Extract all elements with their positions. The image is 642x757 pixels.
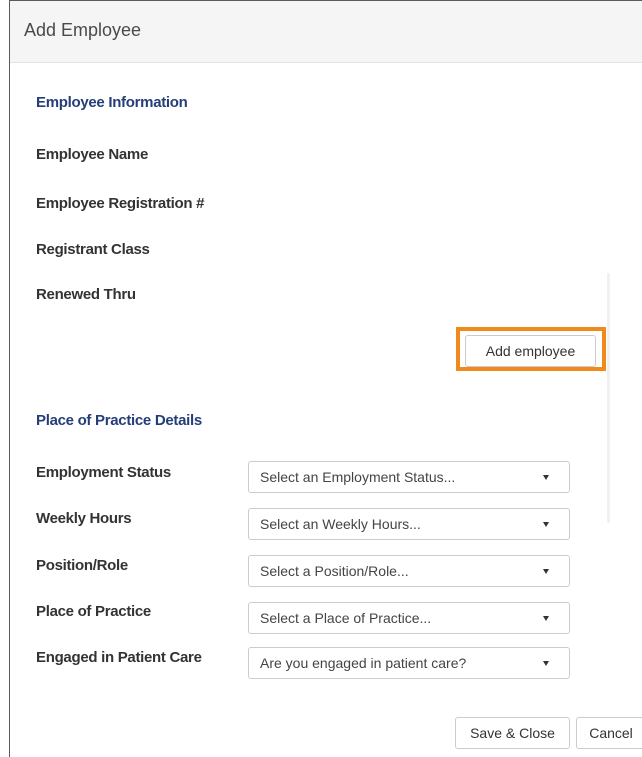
save-close-button[interactable]: Save & Close	[455, 717, 570, 749]
employment-status-select[interactable]: Select an Employment Status...	[248, 461, 570, 493]
engaged-in-patient-care-label: Engaged in Patient Care	[36, 649, 202, 666]
panel-edge	[607, 273, 610, 523]
caret-down-icon	[543, 522, 549, 527]
registrant-class-label: Registrant Class	[36, 241, 150, 258]
place-of-practice-label: Place of Practice	[36, 603, 151, 620]
employment-status-value: Select an Employment Status...	[260, 469, 456, 485]
caret-down-icon	[543, 475, 549, 480]
weekly-hours-value: Select an Weekly Hours...	[260, 516, 421, 532]
employee-name-label: Employee Name	[36, 146, 148, 163]
renewed-thru-label: Renewed Thru	[36, 286, 136, 303]
add-employee-dialog: Add Employee Employee Information Employ…	[9, 0, 642, 757]
caret-down-icon	[543, 569, 549, 574]
engaged-in-patient-care-value: Are you engaged in patient care?	[260, 655, 467, 671]
position-role-label: Position/Role	[36, 557, 128, 574]
place-of-practice-select[interactable]: Select a Place of Practice...	[248, 602, 570, 634]
add-employee-button[interactable]: Add employee	[465, 335, 596, 367]
dialog-header: Add Employee	[10, 1, 642, 63]
caret-down-icon	[543, 616, 549, 621]
position-role-value: Select a Position/Role...	[260, 563, 409, 579]
place-of-practice-value: Select a Place of Practice...	[260, 610, 432, 626]
weekly-hours-select[interactable]: Select an Weekly Hours...	[248, 508, 570, 540]
engaged-in-patient-care-select[interactable]: Are you engaged in patient care?	[248, 647, 570, 679]
caret-down-icon	[543, 661, 549, 666]
place-of-practice-details-heading: Place of Practice Details	[36, 412, 202, 429]
employee-information-heading: Employee Information	[36, 94, 188, 111]
weekly-hours-label: Weekly Hours	[36, 510, 132, 527]
cancel-button[interactable]: Cancel	[576, 717, 642, 749]
employee-registration-label: Employee Registration #	[36, 195, 205, 212]
position-role-select[interactable]: Select a Position/Role...	[248, 555, 570, 587]
employment-status-label: Employment Status	[36, 464, 171, 481]
dialog-title: Add Employee	[24, 20, 142, 40]
